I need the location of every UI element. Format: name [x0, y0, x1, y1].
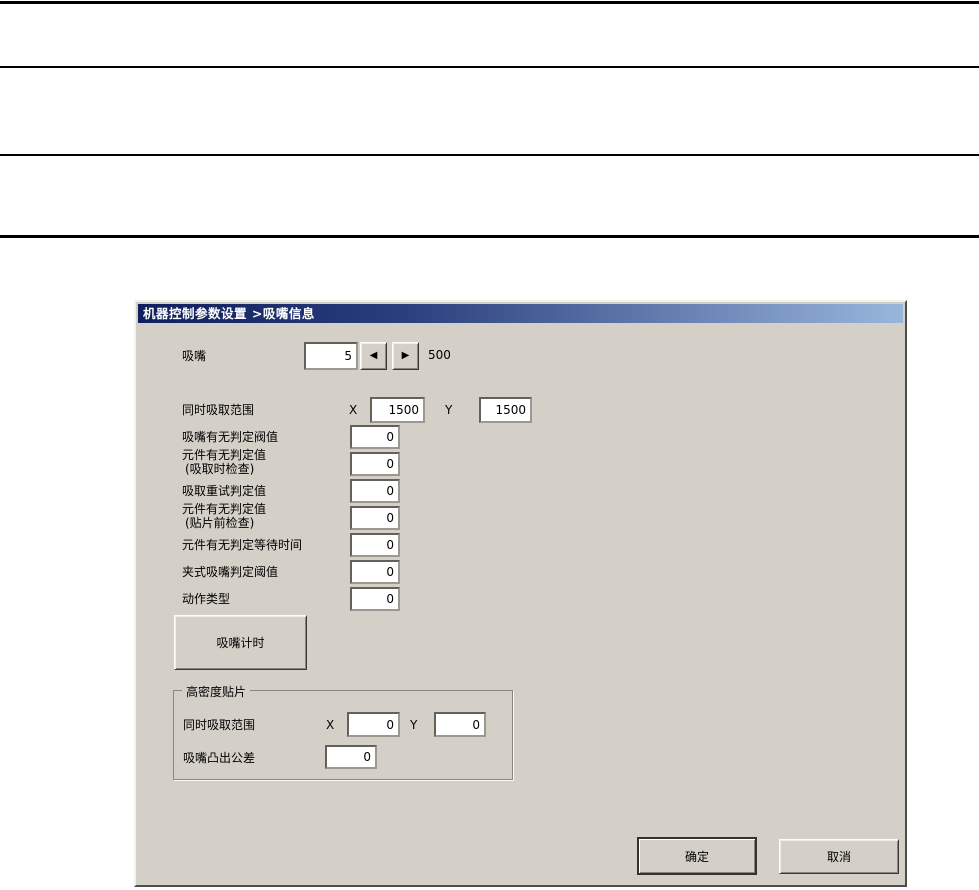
- nozzle-label: 吸嘴: [182, 349, 207, 363]
- cancel-button[interactable]: 取消: [779, 839, 899, 874]
- pickup-range-y-field[interactable]: 1500: [479, 397, 532, 423]
- arrow-right-icon: ▶: [401, 350, 410, 361]
- group-range-x-label: X: [326, 718, 335, 732]
- group-range-y-label: Y: [410, 718, 418, 732]
- arrow-left-icon: ◀: [369, 350, 378, 361]
- param-label: 元件有无判定等待时间: [182, 538, 303, 552]
- param-label: 元件有无判定值 (吸取时检查): [182, 448, 267, 476]
- dialog-titlebar[interactable]: 机器控制参数设置 >吸嘴信息: [138, 304, 903, 323]
- pickup-range-y-label: Y: [445, 403, 453, 417]
- horizontal-rule: [0, 66, 979, 68]
- horizontal-rule: [0, 154, 979, 156]
- horizontal-rule: [0, 235, 979, 238]
- param-field[interactable]: 0: [350, 506, 400, 530]
- param-label: 动作类型: [182, 592, 231, 606]
- nozzle-max-label: 500: [428, 348, 451, 362]
- nozzle-timing-button[interactable]: 吸嘴计时: [174, 615, 307, 670]
- param-label: 元件有无判定值 (贴片前检查): [182, 502, 267, 530]
- param-field[interactable]: 0: [350, 533, 400, 557]
- group-range-x-field[interactable]: 0: [347, 712, 400, 737]
- nozzle-info-dialog: 机器控制参数设置 >吸嘴信息 吸嘴 5 ◀ ▶ 500 同时吸取范围 X 150…: [134, 300, 907, 887]
- param-field[interactable]: 0: [350, 479, 400, 503]
- document-page: 机器控制参数设置 >吸嘴信息 吸嘴 5 ◀ ▶ 500 同时吸取范围 X 150…: [0, 0, 979, 890]
- param-field[interactable]: 0: [350, 452, 400, 476]
- nozzle-next-button[interactable]: ▶: [392, 342, 419, 370]
- horizontal-rule: [0, 1, 979, 4]
- nozzle-prev-button[interactable]: ◀: [360, 342, 387, 370]
- param-label: 夹式吸嘴判定阈值: [182, 565, 279, 579]
- group-title: 高密度贴片: [182, 683, 251, 700]
- tolerance-field[interactable]: 0: [325, 745, 377, 769]
- pickup-range-x-label: X: [349, 403, 358, 417]
- group-range-label: 同时吸取范围: [183, 718, 256, 732]
- high-density-group: 高密度贴片 同时吸取范围 X 0 Y 0 吸嘴凸出公差 0: [173, 683, 513, 780]
- pickup-range-x-field[interactable]: 1500: [370, 397, 425, 423]
- param-field[interactable]: 0: [350, 425, 400, 449]
- nozzle-number-field[interactable]: 5: [304, 342, 358, 370]
- param-label: 吸取重试判定值: [182, 484, 267, 498]
- ok-button[interactable]: 确定: [637, 837, 757, 875]
- param-field[interactable]: 0: [350, 560, 400, 584]
- param-field[interactable]: 0: [350, 587, 400, 611]
- param-label: 吸嘴有无判定阀值: [182, 430, 279, 444]
- tolerance-label: 吸嘴凸出公差: [183, 751, 256, 765]
- group-range-y-field[interactable]: 0: [434, 712, 486, 737]
- pickup-range-label: 同时吸取范围: [182, 403, 255, 417]
